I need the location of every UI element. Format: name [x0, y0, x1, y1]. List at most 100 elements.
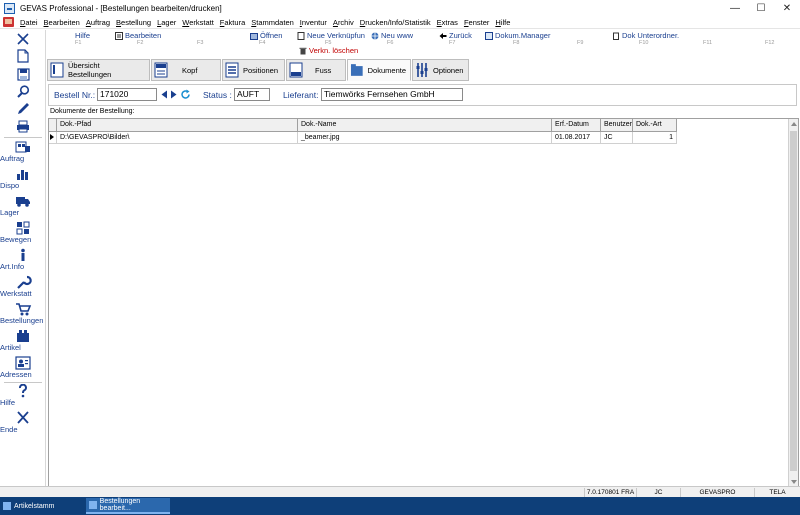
- menu-hilfe[interactable]: Hilfe: [492, 18, 513, 27]
- menu-werkstatt[interactable]: Werkstatt: [179, 18, 217, 27]
- bestell-nr-label: Bestell Nr.:: [54, 90, 96, 100]
- verkn-loeschen-button[interactable]: Verkn. löschen: [299, 46, 358, 55]
- cell-erf-datum[interactable]: 01.08.2017: [552, 132, 601, 144]
- status-version: 7.0.170801 FRA: [584, 488, 636, 497]
- menu-bearbeiten[interactable]: Bearbeiten: [41, 18, 83, 27]
- search-icon[interactable]: [14, 83, 32, 99]
- menu-lager[interactable]: Lager: [154, 18, 179, 27]
- window-icon: [89, 501, 97, 509]
- menu-datei[interactable]: Datei: [17, 18, 41, 27]
- sidebar-item-auftrag[interactable]: Auftrag: [0, 140, 46, 163]
- f4-label: F4: [259, 40, 266, 46]
- cell-dok-name[interactable]: _beamer.jpg: [298, 132, 552, 144]
- scroll-thumb[interactable]: [790, 131, 797, 471]
- sidebar-item-label: Art.Info: [0, 262, 25, 271]
- footer-icon: [289, 62, 303, 78]
- menu-drucken[interactable]: Drucken/Info/Statistik: [357, 18, 434, 27]
- menu-bar: Datei Bearbeiten Auftrag Bestellung Lage…: [0, 16, 800, 29]
- menu-auftrag[interactable]: Auftrag: [83, 18, 113, 27]
- f12-label: F12: [765, 40, 775, 46]
- sidebar-item-bewegen[interactable]: Bewegen: [0, 221, 46, 244]
- overview-icon: [50, 62, 64, 78]
- sidebar-item-bestellungen[interactable]: Bestellungen: [0, 302, 46, 325]
- save-icon[interactable]: [14, 66, 32, 82]
- menu-extras[interactable]: Extras: [434, 18, 461, 27]
- cell-dok-art[interactable]: 1: [633, 132, 677, 144]
- f5-neue-verknuepfung-button[interactable]: Neue Verknüpfun: [297, 31, 365, 40]
- close-x-icon: [17, 411, 29, 424]
- info-icon: [21, 248, 25, 261]
- bestell-nr-field[interactable]: 171020: [97, 88, 157, 101]
- vertical-scrollbar[interactable]: [788, 119, 798, 487]
- taskbar: Artikelstamm Bestellungen bearbeit...: [0, 497, 800, 515]
- table-row[interactable]: D:\GEVASPRO\Bilder\ _beamer.jpg 01.08.20…: [49, 132, 677, 144]
- column-header-erf-datum[interactable]: Erf.-Datum: [552, 119, 601, 132]
- lieferant-field[interactable]: Tiemwörks Fernsehen GmbH: [321, 88, 463, 101]
- documents-section-label: Dokumente der Bestellung:: [50, 108, 135, 115]
- sidebar-item-label: Dispo: [0, 181, 20, 190]
- printer-icon[interactable]: [14, 118, 32, 134]
- f4-oeffnen-button[interactable]: Öffnen: [250, 31, 282, 40]
- taskbar-item-artikelstamm[interactable]: Artikelstamm: [0, 498, 84, 514]
- f2-bearbeiten-button[interactable]: Bearbeiten: [115, 31, 161, 40]
- sidebar-item-label: Ende: [0, 425, 18, 434]
- document-menu-icon[interactable]: [3, 17, 14, 27]
- column-header-benutzer[interactable]: Benutzer: [601, 119, 633, 132]
- close-button[interactable]: ✕: [774, 0, 800, 16]
- manager-icon: [485, 31, 493, 40]
- truck-icon: [16, 197, 30, 207]
- menu-stammdaten[interactable]: Stammdaten: [248, 18, 297, 27]
- sidebar-item-hilfe[interactable]: Hilfe: [0, 384, 46, 407]
- menu-archiv[interactable]: Archiv: [330, 18, 357, 27]
- f6-neu-www-button[interactable]: Neu www: [371, 31, 413, 40]
- cell-dok-pfad[interactable]: D:\GEVASPRO\Bilder\: [57, 132, 298, 144]
- sidebar-item-werkstatt[interactable]: Werkstatt: [0, 275, 46, 298]
- sidebar-item-dispo[interactable]: Dispo: [0, 167, 46, 190]
- tab-positionen[interactable]: Positionen: [222, 59, 285, 81]
- sidebar-item-ende[interactable]: Ende: [0, 411, 46, 434]
- f8-dokum-manager-button[interactable]: Dokum.Manager: [485, 31, 550, 40]
- f6-label: F6: [387, 40, 394, 46]
- pencil-icon[interactable]: [14, 100, 32, 116]
- lieferant-label: Lieferant:: [283, 90, 319, 100]
- scroll-up-icon[interactable]: [791, 122, 797, 126]
- sidebar-item-label: Hilfe: [0, 398, 16, 407]
- taskbar-item-bestellungen[interactable]: Bestellungen bearbeit...: [86, 498, 170, 514]
- sidebar-item-lager[interactable]: Lager: [0, 194, 46, 217]
- menu-faktura[interactable]: Faktura: [217, 18, 248, 27]
- tab-optionen[interactable]: Optionen: [412, 59, 469, 81]
- refresh-icon[interactable]: [180, 89, 191, 102]
- f10-dok-unterordner-button[interactable]: Dok Unterordner.: [612, 31, 679, 40]
- menu-inventur[interactable]: Inventur: [297, 18, 330, 27]
- column-header-dok-art[interactable]: Dok.-Art: [633, 119, 677, 132]
- sidebar-separator: [4, 137, 42, 138]
- next-arrow-icon[interactable]: [170, 90, 177, 101]
- tab-kopf[interactable]: Kopf: [151, 59, 221, 81]
- sidebar-item-artinfo[interactable]: Art.Info: [0, 248, 46, 271]
- new-document-icon[interactable]: [14, 48, 32, 64]
- cell-benutzer[interactable]: JC: [601, 132, 633, 144]
- table-header: Dok.-Pfad Dok.-Name Erf.-Datum Benutzer …: [49, 119, 677, 132]
- prev-arrow-icon[interactable]: [161, 90, 168, 101]
- status-field[interactable]: AUFT: [234, 88, 270, 101]
- tab-dokumente[interactable]: Dokumente: [347, 59, 411, 81]
- sidebar-item-label: Lager: [0, 208, 20, 217]
- f9-label: F9: [577, 40, 584, 46]
- column-header-dok-pfad[interactable]: Dok.-Pfad: [57, 119, 298, 132]
- app-icon: [4, 2, 15, 14]
- column-header-dok-name[interactable]: Dok.-Name: [298, 119, 552, 132]
- maximize-button[interactable]: ☐: [748, 0, 774, 16]
- f7-label: F7: [449, 40, 456, 46]
- folder-icon: [613, 32, 619, 40]
- sidebar-item-artikel[interactable]: Artikel: [0, 329, 46, 352]
- tab-uebersicht-bestellungen[interactable]: Übersicht Bestellungen: [47, 59, 150, 81]
- scroll-down-icon[interactable]: [791, 480, 797, 484]
- minimize-button[interactable]: —: [722, 0, 748, 16]
- menu-fenster[interactable]: Fenster: [461, 18, 492, 27]
- tab-fuss[interactable]: Fuss: [286, 59, 346, 81]
- sidebar-item-adressen[interactable]: Adressen: [0, 356, 46, 379]
- menu-bestellung[interactable]: Bestellung: [113, 18, 154, 27]
- f7-zurueck-button[interactable]: Zurück: [439, 31, 472, 40]
- close-x-icon[interactable]: [14, 31, 32, 47]
- f1-hilfe-button[interactable]: Hilfe: [75, 31, 90, 40]
